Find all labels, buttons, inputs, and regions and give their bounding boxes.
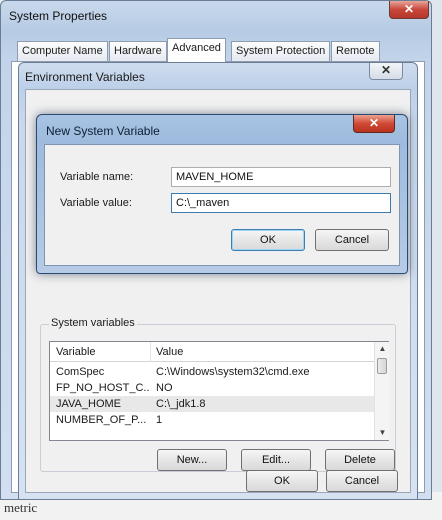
variable-cell: JAVA_HOME	[56, 398, 121, 410]
table-row[interactable]: ComSpec C:\Windows\system32\cmd.exe	[50, 364, 374, 380]
window-title: Environment Variables	[25, 70, 145, 84]
variable-name-field[interactable]: MAVEN_HOME	[171, 167, 391, 187]
tab-computer-name[interactable]: Computer Name	[17, 41, 108, 62]
value-cell: NO	[156, 382, 173, 394]
column-header-variable[interactable]: Variable	[56, 346, 96, 358]
value-cell: C:\_jdk1.8	[156, 398, 206, 410]
scroll-up-icon[interactable]: ▲	[375, 342, 390, 356]
column-separator[interactable]	[150, 342, 151, 362]
scroll-down-icon[interactable]: ▼	[375, 426, 390, 440]
ok-button[interactable]: OK	[246, 470, 318, 492]
new-system-variable-dialog: New System Variable ✕ Variable name: MAV…	[36, 114, 408, 274]
scroll-thumb[interactable]	[377, 358, 387, 374]
tab-remote[interactable]: Remote	[331, 41, 380, 62]
system-variables-list[interactable]: Variable Value ComSpec C:\Windows\system…	[49, 341, 389, 441]
delete-button[interactable]: Delete	[325, 449, 395, 471]
window-title: System Properties	[9, 9, 108, 23]
dialog-body: Variable name: MAVEN_HOME Variable value…	[44, 144, 400, 266]
tab-hardware[interactable]: Hardware	[109, 41, 167, 62]
background-text: metric	[4, 500, 38, 515]
variable-cell: ComSpec	[56, 366, 105, 378]
variable-value-field[interactable]: C:\_maven	[171, 193, 391, 213]
close-button[interactable]: ✕	[389, 1, 429, 19]
cancel-button[interactable]: Cancel	[326, 470, 398, 492]
dialog-title: New System Variable	[46, 124, 160, 138]
column-header-value[interactable]: Value	[156, 346, 183, 358]
close-button[interactable]: ✕	[353, 115, 395, 133]
ok-button[interactable]: OK	[231, 229, 305, 251]
cancel-button[interactable]: Cancel	[315, 229, 389, 251]
table-row[interactable]: NUMBER_OF_P... 1	[50, 412, 374, 428]
table-row[interactable]: FP_NO_HOST_C... NO	[50, 380, 374, 396]
tab-advanced[interactable]: Advanced	[167, 38, 226, 63]
variable-value-label: Variable value:	[60, 197, 132, 209]
value-cell: 1	[156, 414, 163, 426]
list-header: Variable Value	[50, 342, 374, 362]
new-button[interactable]: New...	[157, 449, 227, 471]
table-row-selected[interactable]: JAVA_HOME C:\_jdk1.8	[50, 396, 374, 412]
edit-button[interactable]: Edit...	[241, 449, 311, 471]
group-label: System variables	[49, 317, 137, 329]
variable-cell: NUMBER_OF_P...	[56, 414, 147, 426]
variable-name-label: Variable name:	[60, 171, 134, 183]
value-cell: C:\Windows\system32\cmd.exe	[156, 366, 310, 378]
close-button[interactable]: ✕	[369, 63, 403, 80]
vertical-scrollbar[interactable]: ▲ ▼	[374, 342, 389, 440]
variable-cell: FP_NO_HOST_C...	[56, 382, 150, 394]
system-variables-group: System variables Variable Value ComSpec …	[40, 317, 396, 472]
tab-system-protection[interactable]: System Protection	[231, 41, 331, 62]
